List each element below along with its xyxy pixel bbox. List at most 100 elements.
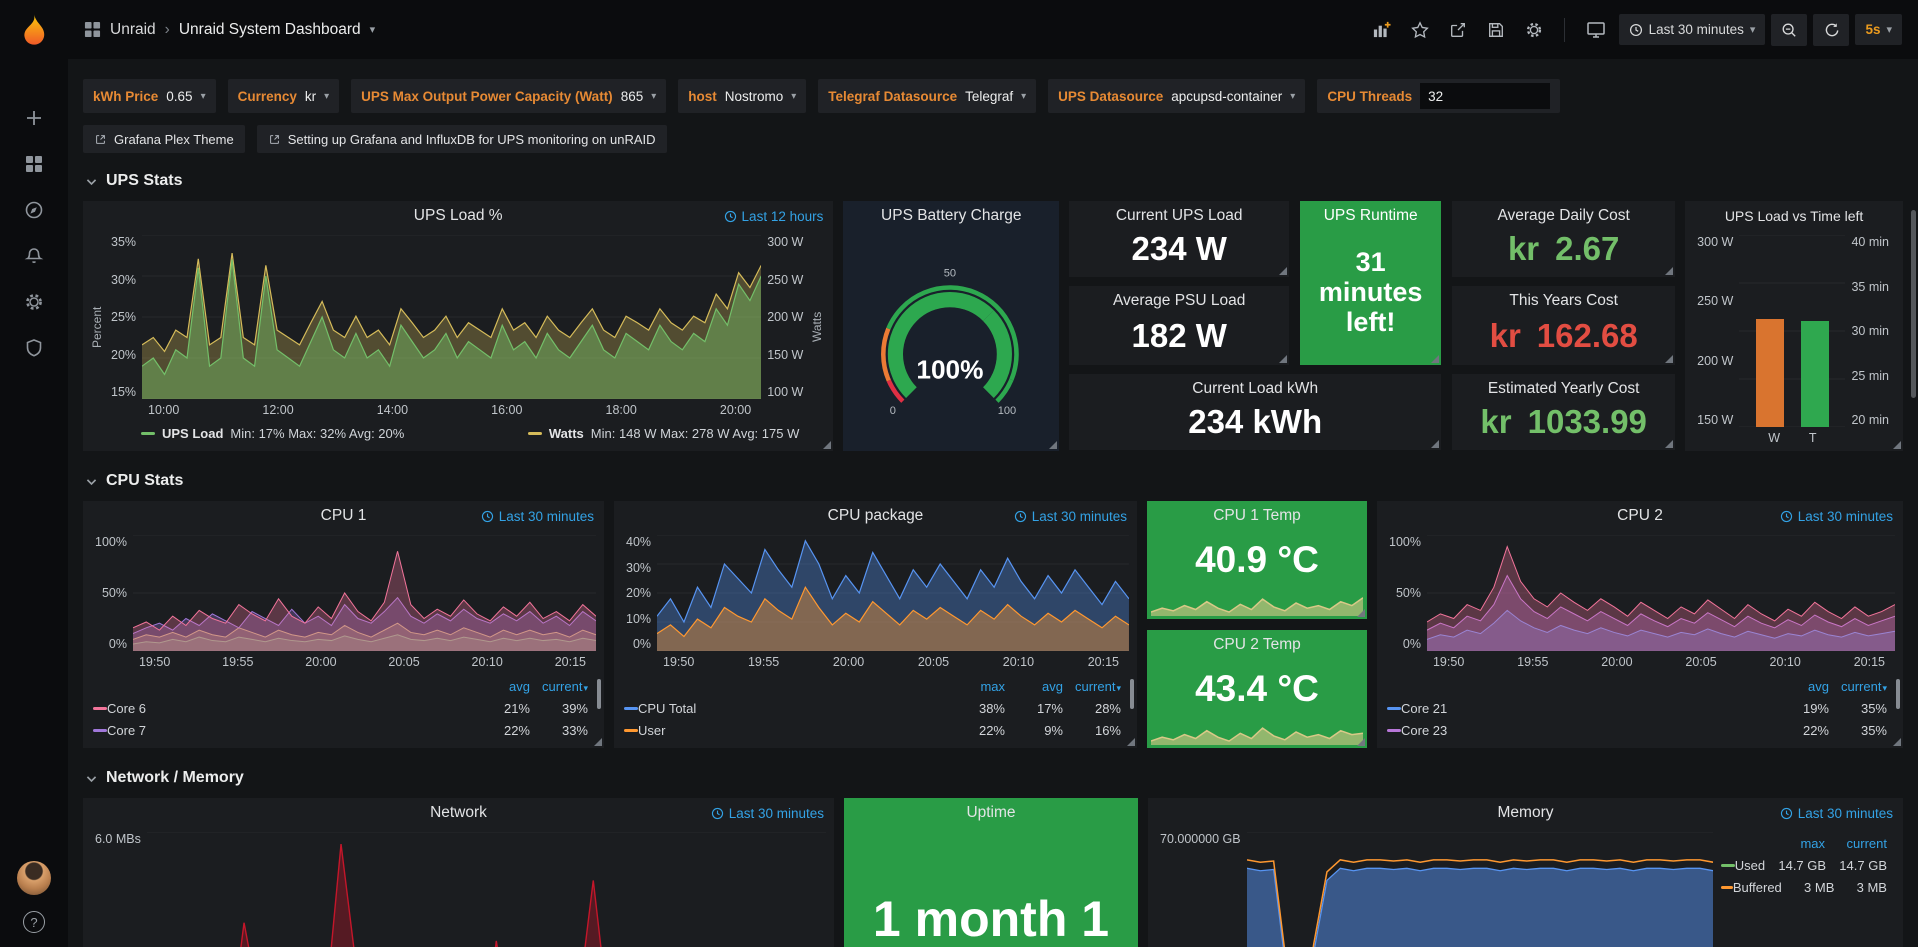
battery-gauge[interactable]: 050100100% [849,235,1051,447]
network-chart[interactable]: 6.0 MBs4.0 MBs2.0 MBs [89,832,826,947]
grafana-logo-icon[interactable] [13,10,55,52]
section-cpu-stats[interactable]: CPU Stats [85,469,1903,493]
page-scrollbar[interactable] [1911,210,1916,398]
panel-resize-handle[interactable] [1357,738,1365,746]
panel-title[interactable]: UPS Runtime [1300,207,1441,225]
panel-resize-handle[interactable] [1049,441,1057,449]
variable-value[interactable]: Nostromo [725,89,784,104]
dashboards-icon[interactable] [24,154,44,174]
panel-resize-handle[interactable] [1127,738,1135,746]
cpu-package-chart[interactable]: 40%30%20%10%0%19:5019:5520:0020:0520:102… [620,535,1129,671]
ups-bar-chart[interactable]: 300 W250 W200 W150 WWT40 min35 min30 min… [1691,235,1895,447]
zoom-out-button[interactable] [1771,14,1807,46]
section-network-memory[interactable]: Network / Memory [85,766,1903,790]
share-button[interactable] [1442,15,1474,45]
legend-row[interactable]: Used 14.7 GB 14.7 GB [1721,854,1887,876]
legend-col-current[interactable]: current▾ [1829,679,1887,694]
panel-resize-handle[interactable] [1279,267,1287,275]
panel-title[interactable]: UPS Load % [414,207,503,225]
legend-row[interactable]: CPU Total 38% 17% 28% [624,697,1121,719]
cpu2-chart[interactable]: 100%50%0%19:5019:5520:0020:0520:1020:15 [1383,535,1895,671]
legend-row[interactable]: User 22% 9% 16% [624,719,1121,741]
cpu-threads-input[interactable] [1420,83,1550,109]
user-avatar[interactable] [17,861,51,895]
legend-col-max[interactable]: max [1763,836,1825,851]
panel-resize-handle[interactable] [1357,609,1365,617]
plus-icon[interactable] [24,108,44,128]
help-icon[interactable]: ? [23,911,45,933]
legend-col-current[interactable]: current▾ [1063,679,1121,694]
legend-col-current[interactable]: current [1825,836,1887,851]
panel-title[interactable]: CPU package [828,507,924,525]
panel-time-badge[interactable]: Last 30 minutes [481,501,594,531]
save-button[interactable] [1480,15,1512,45]
panel-resize-handle[interactable] [1665,440,1673,448]
settings-gear-icon[interactable] [24,292,44,312]
variable-ups-datasource[interactable]: UPS Datasource apcupsd-container ▾ [1048,79,1305,113]
legend-col-max[interactable]: max [947,679,1005,694]
panel-resize-handle[interactable] [1431,355,1439,363]
panel-title[interactable]: Memory [1498,804,1554,822]
panel-time-badge[interactable]: Last 30 minutes [711,798,824,828]
panel-time-badge[interactable]: Last 30 minutes [1014,501,1127,531]
variable-value[interactable]: apcupsd-container [1171,89,1282,104]
panel-time-badge[interactable]: Last 12 hours [724,201,824,231]
bar-T[interactable] [1801,321,1829,427]
legend-scrollbar[interactable] [1896,679,1900,709]
shield-icon[interactable] [24,338,44,358]
star-button[interactable] [1404,15,1436,45]
legend-row[interactable]: Core 6 21% 39% [93,697,588,719]
legend-scrollbar[interactable] [1130,679,1134,709]
breadcrumb-folder[interactable]: Unraid [110,21,156,39]
dashboard-link-ups-monitoring-guide[interactable]: Setting up Grafana and InfluxDB for UPS … [257,125,667,153]
variable-telegraf-datasource[interactable]: Telegraf Datasource Telegraf ▾ [818,79,1036,113]
variable-ups-max-output[interactable]: UPS Max Output Power Capacity (Watt) 865… [351,79,666,113]
ups-load-chart[interactable]: Percent35%30%25%20%15%10:0012:0014:0016:… [89,235,825,419]
panel-title[interactable]: Uptime [966,804,1015,822]
variable-value[interactable]: 865 [621,89,644,104]
variable-cpu-threads[interactable]: CPU Threads [1317,79,1560,113]
add-panel-button[interactable] [1365,14,1398,45]
panel-title[interactable]: Current UPS Load [1069,207,1289,225]
section-ups-stats[interactable]: UPS Stats [85,169,1903,193]
panel-title[interactable]: Network [430,804,487,822]
refresh-button[interactable] [1813,14,1849,46]
dashboard-grid-icon[interactable] [84,21,101,38]
panel-title[interactable]: Current Load kWh [1069,380,1441,398]
variable-host[interactable]: host Nostromo ▾ [678,79,806,113]
panel-resize-handle[interactable] [1431,440,1439,448]
cycle-view-monitor-icon[interactable] [1579,14,1613,46]
panel-resize-handle[interactable] [1893,441,1901,449]
panel-title[interactable]: Estimated Yearly Cost [1452,380,1675,398]
legend-ups-load[interactable]: UPS Load Min: 17% Max: 32% Avg: 20% [141,426,404,441]
dashboard-link-grafana-plex-theme[interactable]: Grafana Plex Theme [83,125,245,153]
panel-title[interactable]: Average Daily Cost [1452,207,1675,225]
panel-resize-handle[interactable] [1665,355,1673,363]
panel-resize-handle[interactable] [1279,355,1287,363]
legend-col-avg[interactable]: avg [472,679,530,694]
panel-title[interactable]: CPU 2 Temp [1213,636,1301,654]
panel-time-badge[interactable]: Last 30 minutes [1780,501,1893,531]
legend-row[interactable]: Core 23 22% 35% [1387,719,1887,741]
variable-value[interactable]: 0.65 [166,89,192,104]
legend-col-avg[interactable]: avg [1771,679,1829,694]
legend-row[interactable]: Buffered 3 MB 3 MB [1721,876,1887,898]
variable-value[interactable]: kr [305,89,316,104]
panel-time-badge[interactable]: Last 30 minutes [1780,798,1893,828]
variable-kwh-price[interactable]: kWh Price 0.65 ▾ [83,79,216,113]
legend-col-current[interactable]: current▾ [530,679,588,694]
explore-compass-icon[interactable] [24,200,44,220]
panel-title[interactable]: This Years Cost [1452,292,1675,310]
refresh-interval-dropdown[interactable]: 5s ▾ [1855,14,1902,45]
panel-resize-handle[interactable] [1893,738,1901,746]
cpu1-chart[interactable]: 100%50%0%19:5019:5520:0020:0520:1020:15 [89,535,596,671]
panel-title[interactable]: CPU 2 [1617,507,1663,525]
panel-title[interactable]: CPU 1 [321,507,367,525]
memory-chart[interactable]: 70.000000 GB60.000000 GB50.000000 GB [1154,832,1713,947]
chevron-down-icon[interactable]: ▾ [370,23,376,36]
alerting-bell-icon[interactable] [24,246,44,266]
legend-row[interactable]: Core 7 22% 33% [93,719,588,741]
panel-resize-handle[interactable] [1665,267,1673,275]
variable-value[interactable]: Telegraf [965,89,1013,104]
panel-resize-handle[interactable] [823,441,831,449]
